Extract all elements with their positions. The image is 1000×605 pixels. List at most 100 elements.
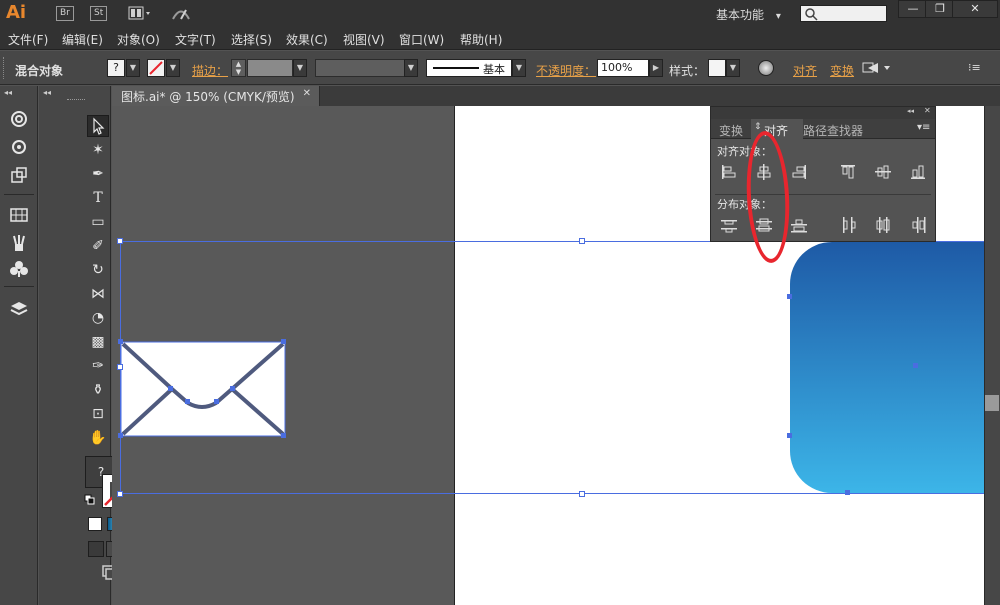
width-tool-icon[interactable]: ⋈ (87, 283, 109, 305)
selection-tool-icon[interactable] (87, 115, 109, 137)
toolbox: ◂◂ ✶ ᘓ ✒ ✎ T ╱ ▭ 🖌 ✐ ⌫ ↻ ⤢ ⋈ ⛶ ◔ ▦ ▩ ▤ ✑… (39, 86, 140, 605)
panel-header[interactable]: ◂◂ ✕ (711, 106, 935, 119)
workspace-label: 基本功能 (716, 8, 765, 22)
restore-button[interactable]: ❐ (925, 0, 955, 18)
stroke-weight-stepper[interactable]: ▲ ▼ (231, 59, 246, 77)
collapse-arrows-icon[interactable]: ◂◂ (43, 88, 51, 97)
tab-options-icon[interactable]: ⇕ (754, 122, 762, 132)
align-bottom-edge-icon[interactable] (910, 164, 926, 180)
isolate-icon[interactable] (862, 61, 892, 75)
graphic-style-swatch[interactable] (708, 59, 726, 77)
menu-select[interactable]: 选择(S) (231, 31, 272, 48)
align-left-edge-icon[interactable] (721, 164, 737, 180)
variable-width-dropdown[interactable]: ▼ (404, 59, 418, 77)
search-icon (805, 8, 818, 21)
arrange-documents-icon[interactable] (128, 6, 152, 21)
stroke-link[interactable]: 描边： (192, 62, 228, 79)
transform-panel-icon[interactable] (8, 164, 30, 186)
layers-icon[interactable] (8, 298, 30, 320)
workspace-switcher[interactable]: 基本功能 ▾ (716, 6, 781, 23)
resize-handle[interactable] (117, 364, 123, 370)
stroke-swatch[interactable] (147, 59, 165, 77)
appearance-icon[interactable] (8, 136, 30, 158)
eyedropper-tool-icon[interactable]: ✑ (87, 355, 109, 377)
bridge-button[interactable]: Br (56, 6, 74, 21)
align-link[interactable]: 对齐 (793, 62, 817, 79)
close-window-button[interactable]: ✕ (952, 0, 998, 18)
align-right-edge-icon[interactable] (791, 164, 807, 180)
menu-effect[interactable]: 效果(C) (286, 31, 328, 48)
collapse-arrows-icon[interactable]: ◂◂ (4, 88, 12, 97)
distribute-horizontal-center-icon[interactable] (875, 217, 891, 233)
distribute-top-icon[interactable] (721, 217, 737, 233)
symbol-sprayer-tool-icon[interactable]: ⚱ (87, 379, 109, 401)
collapse-arrows-icon[interactable]: ◂◂ (907, 107, 914, 115)
menu-type[interactable]: 文字(T) (175, 31, 216, 48)
distribute-bottom-icon[interactable] (791, 217, 807, 233)
creative-cloud-icon[interactable] (8, 108, 30, 130)
resize-handle[interactable] (579, 491, 585, 497)
resize-handle[interactable] (117, 238, 123, 244)
panel-menu-icon[interactable]: ▾≡ (917, 122, 930, 133)
fill-swatch[interactable]: ? (107, 59, 125, 77)
magic-wand-tool-icon[interactable]: ✶ (87, 139, 109, 161)
swatches-icon[interactable] (8, 204, 30, 226)
pen-tool-icon[interactable]: ✒ (87, 163, 109, 185)
type-tool-icon[interactable]: T (87, 187, 109, 209)
shaper-tool-icon[interactable]: ✐ (87, 235, 109, 257)
artboard-tool-icon[interactable]: ⊡ (87, 403, 109, 425)
opacity-link[interactable]: 不透明度： (536, 62, 596, 79)
shape-builder-tool-icon[interactable]: ◔ (87, 307, 109, 329)
color-mode-solid-button[interactable] (88, 517, 102, 531)
gpu-performance-icon[interactable] (170, 4, 192, 22)
transform-link[interactable]: 变换 (830, 62, 854, 79)
default-colors-icon[interactable] (84, 494, 96, 506)
brush-dropdown[interactable]: ▼ (512, 59, 526, 77)
rectangle-tool-icon[interactable]: ▭ (87, 211, 109, 233)
recolor-artwork-icon[interactable] (758, 60, 774, 76)
close-icon[interactable]: ✕ (303, 88, 311, 99)
hand-tool-icon[interactable]: ✋ (87, 427, 109, 449)
distribute-right-icon[interactable] (910, 217, 926, 233)
fill-dropdown[interactable]: ▼ (126, 59, 140, 77)
left-panel-strip: ◂◂ (0, 86, 38, 605)
stroke-weight-dropdown[interactable]: ▼ (293, 59, 307, 77)
menu-window[interactable]: 窗口(W) (399, 31, 444, 48)
stroke-weight-input[interactable] (247, 59, 293, 77)
menu-object[interactable]: 对象(O) (117, 31, 160, 48)
minimize-button[interactable]: — (898, 0, 928, 18)
draw-mode-normal-icon[interactable] (88, 541, 104, 557)
opacity-dropdown[interactable]: ▶ (649, 59, 663, 77)
menu-help[interactable]: 帮助(H) (460, 31, 502, 48)
title-bar: Ai Br St 基本功能 ▾ — ❐ ✕ (0, 0, 1000, 28)
distribute-left-icon[interactable] (840, 217, 856, 233)
symbols-icon[interactable] (8, 258, 30, 280)
menu-edit[interactable]: 编辑(E) (62, 31, 103, 48)
grip-icon (3, 57, 6, 79)
help-search-input[interactable] (800, 5, 887, 22)
graphic-style-dropdown[interactable]: ▼ (726, 59, 740, 77)
tab-pathfinder[interactable]: 路径查找器 (803, 122, 863, 139)
resize-handle[interactable] (579, 238, 585, 244)
brushes-icon[interactable] (8, 232, 30, 254)
align-vertical-center-icon[interactable] (875, 164, 891, 180)
panel-menu-icon[interactable]: ⁝≡ (968, 61, 984, 75)
document-tab-title: 图标.ai* @ 150% (CMYK/预览) (121, 90, 295, 104)
stock-button[interactable]: St (90, 6, 108, 21)
mesh-tool-icon[interactable]: ▩ (87, 331, 109, 353)
menu-view[interactable]: 视图(V) (343, 31, 385, 48)
align-top-edge-icon[interactable] (840, 164, 856, 180)
variable-width-profile[interactable] (315, 59, 405, 77)
close-icon[interactable]: ✕ (924, 106, 931, 115)
rotate-tool-icon[interactable]: ↻ (87, 259, 109, 281)
menu-file[interactable]: 文件(F) (8, 31, 48, 48)
brush-definition[interactable]: 基本 (426, 59, 512, 77)
tab-transform[interactable]: 变换 (719, 122, 743, 139)
vertical-scrollbar[interactable] (984, 106, 1000, 605)
resize-handle[interactable] (117, 491, 123, 497)
strip-divider (4, 194, 34, 195)
opacity-input[interactable]: 100% (597, 59, 649, 77)
stroke-dropdown[interactable]: ▼ (166, 59, 180, 77)
document-tab[interactable]: 图标.ai* @ 150% (CMYK/预览) ✕ (112, 86, 320, 106)
scrollbar-thumb[interactable] (985, 395, 999, 411)
